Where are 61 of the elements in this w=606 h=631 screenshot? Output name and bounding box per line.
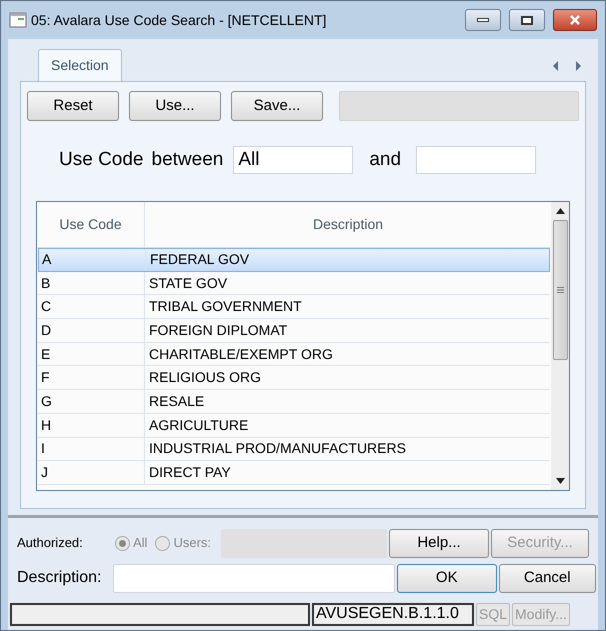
between-label: between xyxy=(152,148,224,172)
table-cell: J xyxy=(38,461,145,484)
table-row[interactable]: F RELIGIOUS ORG xyxy=(38,366,550,390)
column-header[interactable]: Use Code xyxy=(37,202,145,247)
scroll-up-icon[interactable] xyxy=(556,208,564,214)
table-row[interactable]: H AGRICULTURE xyxy=(38,414,550,438)
tab[interactable]: Selection xyxy=(38,49,122,81)
scrollbar[interactable] xyxy=(551,202,569,490)
toolbar-button[interactable]: Use... xyxy=(129,91,221,121)
grip-icon xyxy=(556,287,564,293)
description-field[interactable] xyxy=(112,564,396,592)
dialog-button[interactable]: Cancel xyxy=(498,564,596,592)
authorized-label: Authorized: xyxy=(17,534,84,552)
table-cell-text: RESALE xyxy=(148,392,206,411)
table-cell: A xyxy=(39,249,146,271)
dialog-button[interactable]: OK xyxy=(397,564,496,592)
table-cell: H xyxy=(38,414,145,436)
use-code-label: Use Code xyxy=(59,148,144,172)
table-cell-text: FEDERAL GOV xyxy=(149,250,250,270)
tab-scroll-left-icon[interactable] xyxy=(552,61,560,71)
to-field[interactable] xyxy=(416,146,536,174)
table-row[interactable]: E CHARITABLE/EXEMPT ORG xyxy=(38,342,550,366)
close-button[interactable] xyxy=(553,9,597,31)
table-cell: G xyxy=(38,390,145,413)
table-cell: D xyxy=(38,319,145,342)
table-row[interactable]: G RESALE xyxy=(38,390,550,414)
table-cell-text: INDUSTRIAL PROD/MANUFACTURERS xyxy=(148,439,407,458)
table-cell: I xyxy=(38,438,145,460)
table-cell-text: RELIGIOUS ORG xyxy=(148,368,262,388)
table-row[interactable]: J DIRECT PAY xyxy=(38,461,550,485)
table-row[interactable]: C TRIBAL GOVERNMENT xyxy=(38,295,550,320)
and-label: and xyxy=(369,148,402,172)
table-cell-text: FOREIGN DIPLOMAT xyxy=(148,320,288,340)
program-id: AVUSEGEN.B.1.1.0 xyxy=(312,602,474,626)
window-title: 05: Avalara Use Code Search - [NETCELLENT] xyxy=(31,10,328,30)
description-label: Description: xyxy=(17,568,102,588)
tab-scroll-right-icon[interactable] xyxy=(574,61,582,71)
column-header[interactable]: Description xyxy=(145,202,551,247)
scroll-thumb[interactable] xyxy=(552,220,568,360)
table-row[interactable]: I INDUSTRIAL PROD/MANUFACTURERS xyxy=(38,438,550,462)
table-cell-text: DIRECT PAY xyxy=(148,463,232,482)
close-icon xyxy=(569,14,581,26)
table-cell-text: TRIBAL GOVERNMENT xyxy=(148,297,303,316)
toolbar-button[interactable]: Save... xyxy=(231,91,323,121)
table-cell: B xyxy=(38,272,145,294)
table-cell-text: STATE GOV xyxy=(148,274,228,293)
table-cell-text: AGRICULTURE xyxy=(148,416,250,435)
table-row[interactable]: A FEDERAL GOV xyxy=(38,248,550,272)
minimize-button[interactable] xyxy=(465,9,501,31)
table-row[interactable]: D FOREIGN DIPLOMAT xyxy=(38,319,550,343)
table-cell-text: CHARITABLE/EXEMPT ORG xyxy=(148,344,334,364)
maximize-button[interactable] xyxy=(509,9,545,31)
toolbar-button[interactable]: Reset xyxy=(27,91,119,121)
table-cell: C xyxy=(38,295,145,318)
table-cell: E xyxy=(38,342,145,366)
from-field[interactable]: All xyxy=(233,146,354,174)
table-cell: F xyxy=(38,366,145,390)
scroll-down-icon[interactable] xyxy=(556,478,564,484)
app-icon xyxy=(9,11,27,29)
dialog-button[interactable]: Help... xyxy=(389,528,490,558)
table-row[interactable]: B STATE GOV xyxy=(38,272,550,296)
